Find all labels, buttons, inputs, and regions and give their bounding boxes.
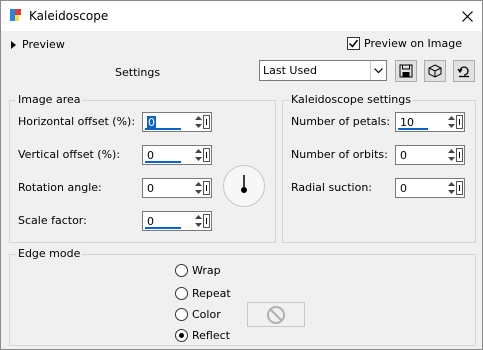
horizontal-offset-slider[interactable] xyxy=(145,128,181,130)
rotation-angle-reset-button[interactable] xyxy=(203,181,210,195)
edge-color-swatch xyxy=(247,302,305,327)
vertical-offset-reset-button[interactable] xyxy=(203,148,210,162)
petals-label: Number of petals: xyxy=(291,115,391,128)
vertical-offset-slider[interactable] xyxy=(145,161,181,163)
petals-slider[interactable] xyxy=(398,128,428,130)
spin-up-icon[interactable] xyxy=(194,213,202,221)
edge-mode-title: Edge mode xyxy=(16,247,83,260)
spin-down-icon[interactable] xyxy=(194,155,202,163)
orbits-field[interactable]: 0 xyxy=(395,145,465,165)
disabled-icon xyxy=(267,305,285,324)
orbits-value[interactable]: 0 xyxy=(400,149,407,162)
randomize-icon xyxy=(428,64,442,78)
reset-button[interactable] xyxy=(453,60,475,82)
spin-up-icon[interactable] xyxy=(447,114,455,122)
preview-label: Preview xyxy=(22,38,65,51)
vertical-offset-spinner[interactable] xyxy=(194,147,202,163)
spin-down-icon[interactable] xyxy=(447,188,455,196)
edge-mode-reflect-radio[interactable]: Reflect xyxy=(175,329,230,342)
horizontal-offset-label: Horizontal offset (%): xyxy=(18,115,136,128)
edge-mode-reflect-label: Reflect xyxy=(192,329,230,342)
kaleidoscope-settings-title: Kaleidoscope settings xyxy=(289,93,413,106)
radio-button[interactable] xyxy=(175,264,188,277)
randomize-button[interactable] xyxy=(424,60,446,82)
orbits-spinner[interactable] xyxy=(447,147,455,163)
save-preset-icon xyxy=(399,64,413,78)
radio-button-selected[interactable] xyxy=(175,329,188,342)
save-preset-button[interactable] xyxy=(395,60,417,82)
edge-mode-wrap-label: Wrap xyxy=(192,264,221,277)
settings-label: Settings xyxy=(115,66,161,79)
spin-down-icon[interactable] xyxy=(194,188,202,196)
rotation-angle-label: Rotation angle: xyxy=(18,181,102,194)
vertical-offset-field[interactable]: 0 xyxy=(142,145,212,165)
preview-on-image-label: Preview on Image xyxy=(364,37,462,50)
checkbox-box[interactable] xyxy=(347,37,361,50)
window-title: Kaleidoscope xyxy=(29,9,109,23)
scale-factor-field[interactable]: 0 xyxy=(142,211,212,231)
rotation-angle-field[interactable]: 0 xyxy=(142,178,212,198)
spin-down-icon[interactable] xyxy=(194,221,202,229)
horizontal-offset-field[interactable]: 0 xyxy=(142,112,212,132)
scale-factor-label: Scale factor: xyxy=(18,214,87,227)
spin-down-icon[interactable] xyxy=(447,122,455,130)
preset-dropdown[interactable]: Last Used xyxy=(259,60,387,81)
radial-suction-label: Radial suction: xyxy=(291,181,373,194)
spin-down-icon[interactable] xyxy=(194,122,202,130)
edge-mode-color-label: Color xyxy=(192,308,221,321)
petals-reset-button[interactable] xyxy=(456,115,463,129)
edge-mode-group: Edge mode xyxy=(9,247,476,346)
radial-suction-field[interactable]: 0 xyxy=(395,178,465,198)
horizontal-offset-reset-button[interactable] xyxy=(203,115,210,129)
radio-button[interactable] xyxy=(175,308,188,321)
rotation-dial[interactable] xyxy=(223,165,265,207)
preview-on-image-checkbox[interactable]: Preview on Image xyxy=(347,37,462,50)
preview-expander[interactable]: Preview xyxy=(11,38,65,51)
rotation-angle-spinner[interactable] xyxy=(194,180,202,196)
spin-up-icon[interactable] xyxy=(194,147,202,155)
scale-factor-spinner[interactable] xyxy=(194,213,202,229)
checkmark-icon xyxy=(349,39,359,48)
radial-suction-spinner[interactable] xyxy=(447,180,455,196)
spin-up-icon[interactable] xyxy=(447,180,455,188)
orbits-reset-button[interactable] xyxy=(456,148,463,162)
edge-mode-color-radio[interactable]: Color xyxy=(175,308,221,321)
radial-suction-reset-button[interactable] xyxy=(456,181,463,195)
spin-up-icon[interactable] xyxy=(194,180,202,188)
petals-field[interactable]: 10 xyxy=(395,112,465,132)
title-bar: Kaleidoscope xyxy=(1,1,482,31)
scale-factor-reset-button[interactable] xyxy=(203,214,210,228)
rotation-angle-value[interactable]: 0 xyxy=(147,182,154,195)
radial-suction-value[interactable]: 0 xyxy=(400,182,407,195)
spin-down-icon[interactable] xyxy=(447,155,455,163)
app-icon xyxy=(10,9,21,21)
preset-value: Last Used xyxy=(263,64,317,77)
reset-icon xyxy=(457,66,469,78)
edge-mode-repeat-radio[interactable]: Repeat xyxy=(175,287,231,300)
dial-needle-icon xyxy=(241,175,247,193)
close-icon xyxy=(461,10,473,22)
spin-up-icon[interactable] xyxy=(447,147,455,155)
image-area-title: Image area xyxy=(16,93,83,106)
kaleidoscope-dialog: Kaleidoscope Preview Preview on Image Se… xyxy=(0,0,483,350)
edge-mode-wrap-radio[interactable]: Wrap xyxy=(175,264,221,277)
petals-spinner[interactable] xyxy=(447,114,455,130)
chevron-down-icon[interactable] xyxy=(370,61,386,80)
radio-button[interactable] xyxy=(175,287,188,300)
scale-factor-slider[interactable] xyxy=(145,227,181,229)
horizontal-offset-spinner[interactable] xyxy=(194,114,202,130)
vertical-offset-label: Vertical offset (%): xyxy=(18,148,121,161)
close-button[interactable] xyxy=(456,5,478,27)
spin-up-icon[interactable] xyxy=(194,114,202,122)
orbits-label: Number of orbits: xyxy=(291,148,388,161)
edge-mode-repeat-label: Repeat xyxy=(192,287,231,300)
expand-arrow-icon xyxy=(11,40,16,49)
